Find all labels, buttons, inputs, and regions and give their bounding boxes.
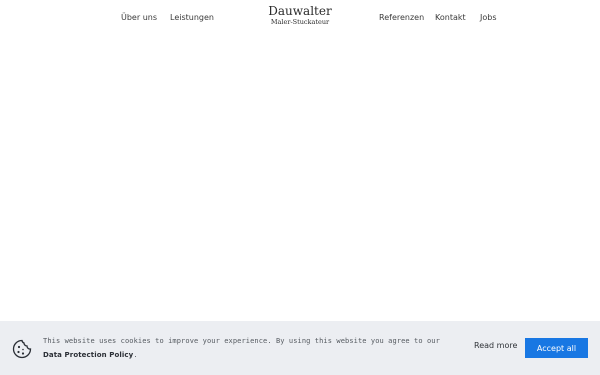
top-navigation: Über uns Leistungen Dauwalter Maler-Stuc… [0, 0, 600, 36]
cookie-message-end: . [133, 351, 138, 359]
nav-link-ueber-uns[interactable]: Über uns [121, 13, 157, 22]
nav-link-jobs[interactable]: Jobs [480, 13, 497, 22]
accept-all-button[interactable]: Accept all [525, 338, 588, 358]
data-protection-policy-link[interactable]: Data Protection Policy [43, 351, 133, 359]
logo-subtitle: Maler-Stuckateur [270, 18, 330, 26]
nav-link-leistungen[interactable]: Leistungen [170, 13, 214, 22]
cookie-message-text: This website uses cookies to improve you… [43, 337, 440, 345]
nav-link-referenzen[interactable]: Referenzen [379, 13, 424, 22]
nav-link-kontakt[interactable]: Kontakt [435, 13, 466, 22]
cookie-message: This website uses cookies to improve you… [43, 334, 443, 362]
read-more-link[interactable]: Read more [474, 341, 517, 350]
logo-name: Dauwalter [268, 4, 332, 18]
site-logo[interactable]: Dauwalter Maler-Stuckateur [250, 4, 350, 27]
cookie-icon [12, 339, 32, 359]
